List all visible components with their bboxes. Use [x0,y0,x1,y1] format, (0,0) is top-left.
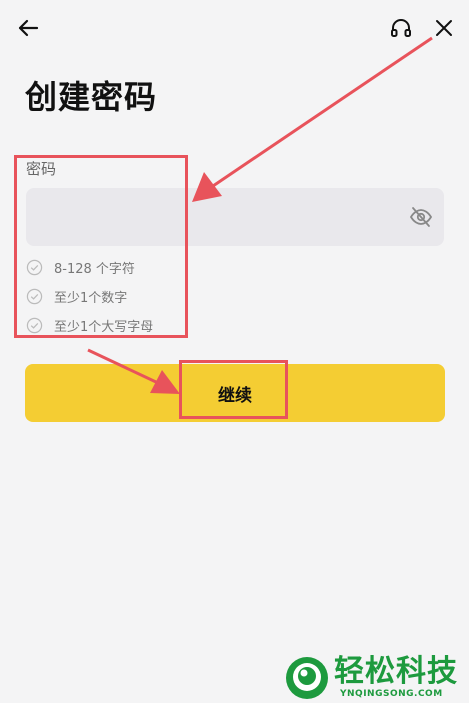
page-title: 创建密码 [25,78,158,116]
watermark-logo-icon [286,657,328,699]
annotation-box-password [14,155,188,338]
close-icon [436,20,452,36]
support-button[interactable] [387,14,415,42]
annotation-arrow-to-password [192,36,433,202]
arrow-left-icon [18,19,39,37]
annotation-box-continue [179,360,288,419]
watermark-brand: 轻松科技 [334,654,458,689]
close-button[interactable] [430,14,458,42]
watermark-domain: YNQINGSONG.COM [340,689,443,699]
back-button[interactable] [14,14,42,42]
eye-off-icon [409,207,433,227]
toggle-visibility-button[interactable] [408,205,434,229]
headset-icon [391,19,411,37]
watermark: 轻松科技 YNQINGSONG.COM [284,655,466,701]
